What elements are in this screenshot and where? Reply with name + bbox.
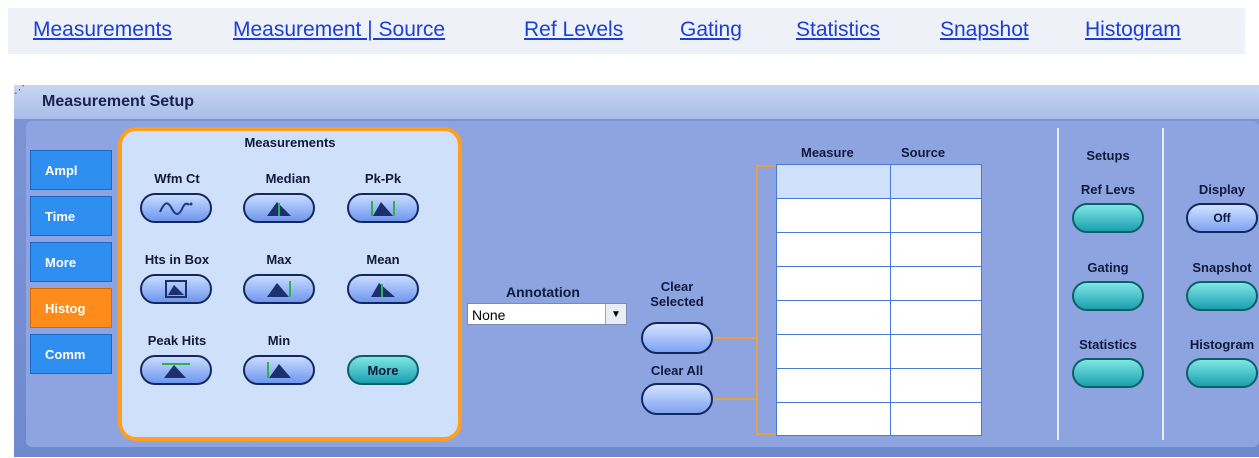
- gating-button[interactable]: [1072, 281, 1144, 311]
- measure-column-header: Measure: [801, 145, 854, 160]
- hts-in-box-button[interactable]: [140, 274, 212, 304]
- link-histogram[interactable]: Histogram: [1085, 18, 1181, 42]
- min-button[interactable]: [243, 355, 315, 385]
- table-row[interactable]: [777, 199, 981, 233]
- measurements-title: Measurements: [244, 135, 336, 150]
- link-measurements[interactable]: Measurements: [33, 18, 172, 42]
- wfm-ct-label: Wfm Ct: [154, 171, 200, 186]
- display-off-button[interactable]: Off: [1186, 203, 1258, 233]
- waveform-count-icon: [159, 202, 193, 215]
- divider: [1057, 128, 1059, 440]
- tab-comm[interactable]: Comm: [30, 334, 112, 374]
- table-row[interactable]: [777, 165, 981, 199]
- clear-selected-button[interactable]: [641, 322, 713, 354]
- table-row[interactable]: [777, 369, 981, 403]
- ref-levs-label: Ref Levs: [1080, 182, 1136, 197]
- clear-all-label: Clear All: [650, 363, 704, 378]
- mean-button[interactable]: [347, 274, 419, 304]
- min-label: Min: [267, 333, 291, 348]
- more-measurements-button[interactable]: More: [347, 355, 419, 385]
- annotation-label: Annotation: [506, 284, 580, 300]
- table-row[interactable]: [777, 267, 981, 301]
- statistics-button[interactable]: [1072, 358, 1144, 388]
- table-row[interactable]: [777, 403, 981, 437]
- measurements-group: Measurements Wfm Ct Median Pk-Pk Hts in …: [118, 127, 462, 441]
- connector-bracket: [756, 165, 758, 435]
- tab-ampl[interactable]: Ampl: [30, 150, 112, 190]
- ref-levs-button[interactable]: [1072, 203, 1144, 233]
- pk-pk-label: Pk-Pk: [364, 171, 402, 186]
- link-measurement-source[interactable]: Measurement | Source: [233, 18, 445, 42]
- histogram-button[interactable]: [1186, 358, 1258, 388]
- median-button[interactable]: [243, 193, 315, 223]
- snapshot-button[interactable]: [1186, 281, 1258, 311]
- measurement-table: [776, 164, 982, 436]
- max-label: Max: [266, 252, 292, 267]
- tab-histog[interactable]: Histog: [30, 288, 112, 328]
- window-grip-icon[interactable]: ⋰: [14, 85, 30, 101]
- max-histogram-icon: [267, 281, 291, 297]
- max-button[interactable]: [243, 274, 315, 304]
- histogram-label: Histogram: [1189, 337, 1255, 352]
- tab-time[interactable]: Time: [30, 196, 112, 236]
- pk-pk-histogram-icon: [371, 201, 395, 216]
- link-gating[interactable]: Gating: [680, 18, 742, 42]
- wfm-ct-button[interactable]: [140, 193, 212, 223]
- peak-hits-label: Peak Hits: [147, 333, 207, 348]
- gating-label: Gating: [1087, 260, 1129, 275]
- top-link-bar: [8, 8, 1245, 54]
- peak-hits-icon: [162, 363, 190, 378]
- annotation-select[interactable]: None ▼: [467, 303, 627, 325]
- pk-pk-button[interactable]: [347, 193, 419, 223]
- title-bar: ⋰ Measurement Setup: [14, 85, 1259, 119]
- link-statistics[interactable]: Statistics: [796, 18, 880, 42]
- divider: [1162, 128, 1164, 440]
- link-snapshot[interactable]: Snapshot: [940, 18, 1029, 42]
- clear-selected-label-2: Selected: [650, 294, 704, 309]
- median-histogram-icon: [267, 202, 291, 216]
- median-label: Median: [265, 171, 311, 186]
- hits-in-box-icon: [165, 280, 187, 298]
- display-label: Display: [1198, 182, 1246, 197]
- table-row[interactable]: [777, 301, 981, 335]
- peak-hits-button[interactable]: [140, 355, 212, 385]
- statistics-label: Statistics: [1079, 337, 1137, 352]
- min-histogram-icon: [267, 362, 291, 378]
- setups-title: Setups: [1086, 148, 1130, 163]
- connector-line: [756, 433, 776, 435]
- table-row[interactable]: [777, 335, 981, 369]
- connector-line: [713, 398, 757, 400]
- hts-in-box-label: Hts in Box: [144, 252, 210, 267]
- connector-line: [756, 165, 776, 167]
- mean-label: Mean: [366, 252, 400, 267]
- clear-all-button[interactable]: [641, 383, 713, 415]
- tab-more[interactable]: More: [30, 242, 112, 282]
- mean-histogram-icon: [371, 283, 395, 297]
- table-row[interactable]: [777, 233, 981, 267]
- annotation-value: None: [472, 307, 506, 323]
- connector-line: [713, 337, 757, 339]
- window-title: Measurement Setup: [42, 93, 195, 110]
- clear-selected-label-1: Clear: [660, 279, 694, 294]
- source-column-header: Source: [901, 145, 946, 160]
- link-ref-levels[interactable]: Ref Levels: [524, 18, 623, 42]
- dropdown-arrow-icon[interactable]: ▼: [605, 304, 626, 324]
- snapshot-label: Snapshot: [1192, 260, 1252, 275]
